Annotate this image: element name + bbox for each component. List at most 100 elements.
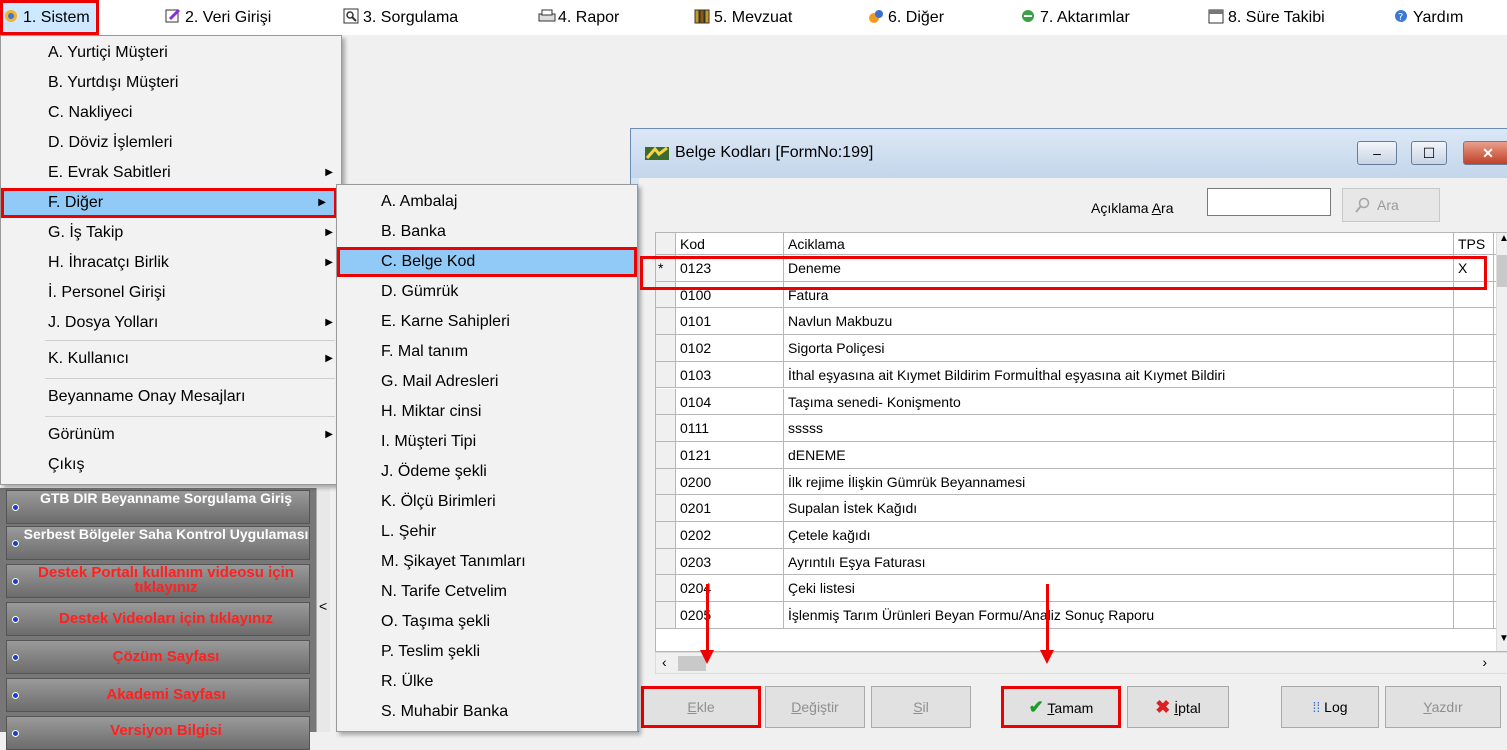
side-btn-gtb[interactable]: GTB DIR Beyanname Sorgulama Giriş — [6, 490, 310, 524]
cell-aciklama[interactable]: Ayrıntılı Eşya Faturası — [784, 548, 1454, 575]
minimize-button[interactable]: – — [1357, 141, 1397, 165]
vertical-scrollbar[interactable]: ▲ ▼ — [1496, 233, 1507, 651]
cell-kod[interactable]: 0202 — [676, 522, 784, 548]
table-row[interactable]: 0101 Navlun Makbuzu — [656, 308, 1496, 336]
sistem-menu-item[interactable]: J. Dosya Yolları ▶ — [1, 308, 341, 338]
scroll-right-icon[interactable]: › — [1482, 654, 1487, 670]
sistem-menu-item[interactable]: E. Evrak Sabitleri ▶ — [1, 158, 341, 188]
side-btn-destek-video[interactable]: Destek Videoları için tıklayınız — [6, 602, 310, 636]
cell-kod[interactable]: 0200 — [676, 468, 784, 495]
diger-menu-item[interactable]: G. Mail Adresleri — [337, 367, 637, 397]
table-row[interactable]: 0103 İthal eşyasına ait Kıymet Bildirim F… — [656, 361, 1496, 389]
cell-aciklama[interactable]: Sigorta Poliçesi — [784, 335, 1454, 361]
menu-veri-girisi[interactable]: 2. Veri Girişi — [165, 0, 271, 35]
cell-kod[interactable]: 0121 — [676, 441, 784, 468]
side-btn-cozum[interactable]: Çözüm Sayfası — [6, 640, 310, 674]
tamam-button[interactable]: ✔ Tamam — [1001, 686, 1121, 728]
cell-aciklama[interactable]: Deneme — [784, 255, 1454, 281]
sistem-menu-item[interactable]: İ. Personel Girişi — [1, 278, 341, 308]
sistem-menu-item[interactable]: Çıkış — [1, 450, 341, 480]
col-kod[interactable]: Kod — [676, 233, 784, 254]
collapse-icon[interactable]: < — [319, 598, 327, 614]
diger-menu-item[interactable]: J. Ödeme şekli — [337, 457, 637, 487]
diger-menu-item[interactable]: K. Ölçü Birimleri — [337, 487, 637, 517]
diger-menu-item[interactable]: R. Ülke — [337, 667, 637, 697]
menu-mevzuat[interactable]: 5. Mevzuat — [694, 0, 792, 35]
cell-tps[interactable] — [1454, 522, 1494, 548]
diger-menu-item[interactable]: E. Karne Sahipleri — [337, 307, 637, 337]
cell-aciklama[interactable]: Çeki listesi — [784, 575, 1454, 602]
scroll-down-icon[interactable]: ▼ — [1499, 633, 1507, 644]
table-row[interactable]: 0100 Fatura — [656, 281, 1496, 309]
cell-aciklama[interactable]: Fatura — [784, 281, 1454, 308]
diger-menu-item[interactable]: F. Mal tanım — [337, 337, 637, 367]
diger-menu-item[interactable]: B. Banka — [337, 217, 637, 247]
cell-tps[interactable] — [1454, 388, 1494, 415]
maximize-button[interactable]: ☐ — [1411, 141, 1447, 165]
diger-menu-item[interactable]: C. Belge Kod — [337, 247, 637, 277]
diger-menu-item[interactable]: M. Şikayet Tanımları — [337, 547, 637, 577]
cell-kod[interactable]: 0205 — [676, 602, 784, 628]
table-row[interactable]: 0200 İlk rejime İlişkin Gümrük Beyannames… — [656, 468, 1496, 496]
scroll-up-icon[interactable]: ▲ — [1499, 233, 1507, 244]
cell-tps[interactable] — [1454, 361, 1494, 388]
table-row[interactable]: 0111 sssss — [656, 415, 1496, 442]
sistem-menu-item[interactable]: C. Nakliyeci — [1, 98, 341, 128]
cell-tps[interactable] — [1454, 495, 1494, 521]
iptal-button[interactable]: ✖ İptal — [1127, 686, 1229, 728]
table-row[interactable]: 0202 Çetele kağıdı — [656, 522, 1496, 549]
cell-tps[interactable] — [1454, 335, 1494, 361]
cell-tps[interactable] — [1454, 441, 1494, 468]
menu-yardim[interactable]: ? Yardım — [1393, 0, 1463, 35]
cell-kod[interactable]: 0104 — [676, 388, 784, 415]
cell-aciklama[interactable]: dENEME — [784, 441, 1454, 468]
cell-kod[interactable]: 0100 — [676, 281, 784, 308]
cell-tps[interactable] — [1454, 468, 1494, 495]
cell-tps[interactable] — [1454, 575, 1494, 602]
horizontal-scrollbar[interactable]: ‹ › — [655, 652, 1507, 674]
diger-menu-item[interactable]: H. Miktar cinsi — [337, 397, 637, 427]
cell-aciklama[interactable]: İlk rejime İlişkin Gümrük Beyannamesi — [784, 468, 1454, 495]
diger-menu-item[interactable]: S. Muhabir Banka — [337, 697, 637, 727]
table-row[interactable]: 0102 Sigorta Poliçesi — [656, 335, 1496, 362]
cell-tps[interactable] — [1454, 415, 1494, 441]
sistem-menu-item[interactable]: G. İş Takip ▶ — [1, 218, 341, 248]
cell-aciklama[interactable]: Çetele kağıdı — [784, 522, 1454, 548]
cell-tps[interactable] — [1454, 548, 1494, 575]
sistem-menu-item[interactable]: A. Yurtiçi Müşteri — [1, 38, 341, 68]
col-aciklama[interactable]: Aciklama — [784, 233, 1454, 254]
table-row[interactable]: 0205 İşlenmiş Tarım Ürünleri Beyan Formu/… — [656, 602, 1496, 629]
diger-menu-item[interactable]: L. Şehir — [337, 517, 637, 547]
sistem-menu-item[interactable]: K. Kullanıcı ▶ — [1, 344, 341, 374]
table-row[interactable]: 0104 Taşıma senedi- Konişmento — [656, 388, 1496, 416]
table-row[interactable]: 0203 Ayrıntılı Eşya Faturası — [656, 548, 1496, 576]
side-btn-serbest[interactable]: Serbest Bölgeler Saha Kontrol Uygulaması — [6, 526, 310, 560]
cell-aciklama[interactable]: İthal eşyasına ait Kıymet Bildirim Formu… — [784, 361, 1454, 388]
menu-rapor[interactable]: 4. Rapor — [538, 0, 619, 35]
table-row[interactable]: 0121 dENEME — [656, 441, 1496, 469]
search-input[interactable] — [1207, 188, 1331, 216]
cell-kod[interactable]: 0201 — [676, 495, 784, 521]
cell-kod[interactable]: 0204 — [676, 575, 784, 602]
sistem-menu-item[interactable]: D. Döviz İşlemleri — [1, 128, 341, 158]
table-row[interactable]: 0201 Supalan İstek Kağıdı — [656, 495, 1496, 522]
scroll-thumb[interactable] — [1497, 255, 1507, 287]
diger-menu-item[interactable]: N. Tarife Cetvelim — [337, 577, 637, 607]
menu-sorgulama[interactable]: 3. Sorgulama — [343, 0, 458, 35]
menu-diger[interactable]: 6. Diğer — [868, 0, 944, 35]
ekle-button[interactable]: Ekle — [641, 686, 761, 728]
menu-sure-takibi[interactable]: 8. Süre Takibi — [1208, 0, 1325, 35]
side-btn-akademi[interactable]: Akademi Sayfası — [6, 678, 310, 712]
side-btn-destek-portal[interactable]: Destek Portalı kullanım videosu için tık… — [6, 564, 310, 598]
window-titlebar[interactable]: Belge Kodları [FormNo:199] – ☐ ✕ — [631, 129, 1507, 178]
side-btn-versiyon[interactable]: Versiyon Bilgisi — [6, 716, 310, 750]
sil-button[interactable]: Sil — [871, 686, 971, 728]
cell-aciklama[interactable]: sssss — [784, 415, 1454, 441]
sistem-menu-item[interactable]: Beyanname Onay Mesajları — [1, 382, 341, 412]
menu-sistem[interactable]: 1. Sistem — [0, 0, 99, 35]
cell-aciklama[interactable]: Taşıma senedi- Konişmento — [784, 388, 1454, 415]
cell-tps[interactable] — [1454, 308, 1494, 335]
col-tps[interactable]: TPS — [1454, 233, 1494, 254]
cell-aciklama[interactable]: Supalan İstek Kağıdı — [784, 495, 1454, 521]
cell-aciklama[interactable]: Navlun Makbuzu — [784, 308, 1454, 335]
